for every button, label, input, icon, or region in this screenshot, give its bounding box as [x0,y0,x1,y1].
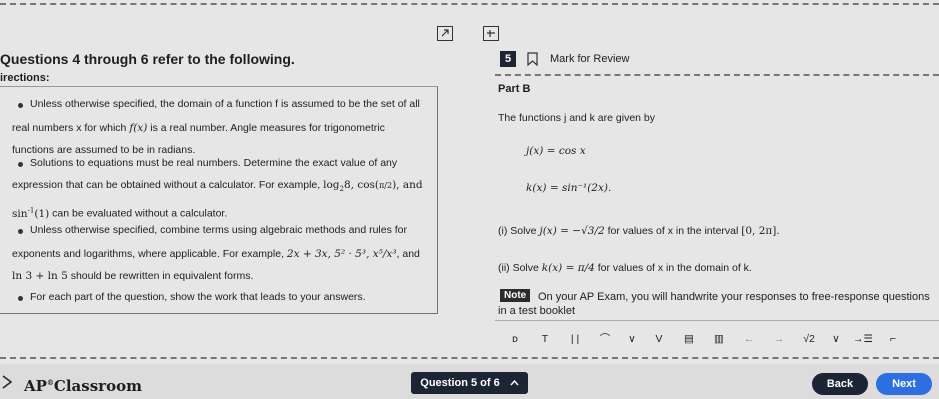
toolbar-fraction[interactable]: ▤ [674,333,704,349]
question-nav-button[interactable]: Question 5 of 6 [411,372,528,394]
toolbar-root[interactable]: V [644,333,674,349]
directions-text: sin-1(1) can be evaluated without a calc… [12,206,228,220]
toolbar-undo[interactable]: ← [734,333,764,349]
toolbar-sqrt2[interactable]: √2 [794,333,824,349]
collapse-icon[interactable] [483,26,499,41]
directions-text: ln 3 + ln 5 should be rewritten in equiv… [12,270,254,282]
j-definition: j(x) = cos x [526,145,586,157]
directions-text: Unless otherwise specified, combine term… [30,224,408,236]
part-label: Part B [498,83,531,95]
directions-text: exponents and logarithms, where applicab… [12,248,420,260]
toolbar-bar[interactable]: | | [560,333,590,349]
toolbar-bold[interactable]: ᴅ [500,333,530,349]
toolbar-bracket[interactable]: ⌐ [878,333,908,349]
directions-text: For each part of the question, show the … [30,291,366,303]
top-divider [0,3,939,5]
toolbar-dropdown-2[interactable]: ∨ [824,333,848,349]
bottom-divider [0,357,939,359]
bullet [18,162,23,167]
formatting-toolbar: ᴅ T | | ⌒ ∨ V ▤ ▥ ← → √2 ∨ →☰ ⌐ [500,333,920,349]
directions-text: real numbers x for which f(x) is a real … [12,122,385,134]
section-title: Questions 4 through 6 refer to the follo… [0,51,295,67]
directions-title: irections: [0,72,50,84]
directions-text: expression that can be obtained without … [12,179,423,194]
back-button[interactable]: Back [812,373,868,395]
toolbar-italic[interactable]: T [530,333,560,349]
toolbar-arc[interactable]: ⌒ [590,333,620,349]
part-ii: (ii) Solve k(x) = π/4 for values of x in… [498,262,752,274]
directions-box: Unless otherwise specified, the domain o… [0,86,438,314]
answer-divider [495,320,939,321]
toolbar-list[interactable]: →☰ [848,333,878,349]
note-text: On your AP Exam, you will handwrite your… [538,291,930,303]
toolbar-dropdown[interactable]: ∨ [620,333,644,349]
directions-text: functions are assumed to be in radians. [12,144,196,156]
ap-logo-icon [0,374,14,390]
next-button[interactable]: Next [876,373,932,395]
question-number: 5 [500,51,516,67]
toolbar-matrix[interactable]: ▥ [704,333,734,349]
note-text-continued: in a test booklet [498,305,576,317]
directions-text: Solutions to equations must be real numb… [30,157,398,169]
question-divider [495,74,939,76]
ap-classroom-logo: AP®Classroom [24,377,142,395]
toolbar-redo[interactable]: → [764,333,794,349]
bookmark-icon[interactable] [526,52,538,66]
note-badge: Note [500,289,531,302]
question-intro: The functions j and k are given by [498,112,656,124]
mark-for-review[interactable]: Mark for Review [550,53,629,66]
bullet [18,296,23,301]
k-definition: k(x) = sin⁻¹(2x). [526,182,612,194]
expand-icon[interactable] [437,26,453,41]
bullet [18,103,23,108]
bullet [18,229,23,234]
directions-text: Unless otherwise specified, the domain o… [30,98,420,110]
part-i: (i) Solve j(x) = −√3/2 for values of x i… [498,225,780,237]
chevron-up-icon [510,380,519,386]
